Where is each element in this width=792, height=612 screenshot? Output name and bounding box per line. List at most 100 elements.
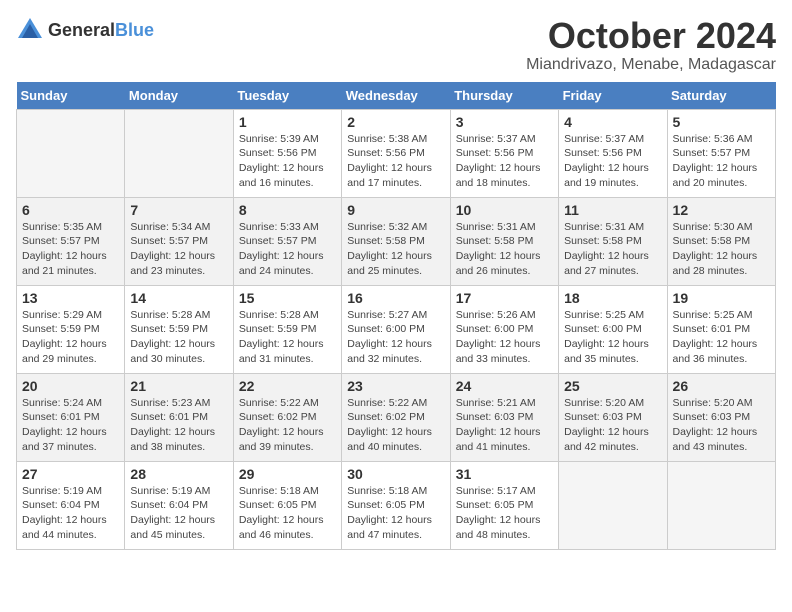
day-info: Sunrise: 5:37 AMSunset: 5:56 PMDaylight:… [456, 132, 553, 191]
day-number: 26 [673, 378, 770, 394]
weekday-header: Wednesday [342, 82, 450, 110]
day-number: 12 [673, 202, 770, 218]
day-number: 23 [347, 378, 444, 394]
day-info: Sunrise: 5:24 AMSunset: 6:01 PMDaylight:… [22, 396, 119, 455]
day-info: Sunrise: 5:25 AMSunset: 6:01 PMDaylight:… [673, 308, 770, 367]
calendar-cell: 31 Sunrise: 5:17 AMSunset: 6:05 PMDayligh… [450, 461, 558, 549]
day-number: 31 [456, 466, 553, 482]
day-number: 11 [564, 202, 661, 218]
calendar-cell: 6 Sunrise: 5:35 AMSunset: 5:57 PMDaylight… [17, 197, 125, 285]
day-info: Sunrise: 5:31 AMSunset: 5:58 PMDaylight:… [564, 220, 661, 279]
day-number: 16 [347, 290, 444, 306]
day-info: Sunrise: 5:21 AMSunset: 6:03 PMDaylight:… [456, 396, 553, 455]
calendar-cell: 22 Sunrise: 5:22 AMSunset: 6:02 PMDayligh… [233, 373, 341, 461]
calendar-cell: 28Sunrise: 5:19 AMSunset: 6:04 PMDayligh… [125, 461, 233, 549]
calendar-cell [125, 109, 233, 197]
calendar-table: SundayMondayTuesdayWednesdayThursdayFrid… [16, 82, 776, 550]
weekday-header: Saturday [667, 82, 775, 110]
calendar-cell: 12 Sunrise: 5:30 AMSunset: 5:58 PMDayligh… [667, 197, 775, 285]
calendar-cell: 17Sunrise: 5:26 AMSunset: 6:00 PMDayligh… [450, 285, 558, 373]
logo-general: General [48, 20, 115, 40]
calendar-cell: 10Sunrise: 5:31 AMSunset: 5:58 PMDayligh… [450, 197, 558, 285]
day-info: Sunrise: 5:36 AMSunset: 5:57 PMDaylight:… [673, 132, 770, 191]
day-info: Sunrise: 5:29 AMSunset: 5:59 PMDaylight:… [22, 308, 119, 367]
day-number: 3 [456, 114, 553, 130]
calendar-cell [559, 461, 667, 549]
day-info: Sunrise: 5:33 AMSunset: 5:57 PMDaylight:… [239, 220, 336, 279]
calendar-cell: 11 Sunrise: 5:31 AMSunset: 5:58 PMDayligh… [559, 197, 667, 285]
day-info: Sunrise: 5:30 AMSunset: 5:58 PMDaylight:… [673, 220, 770, 279]
day-info: Sunrise: 5:31 AMSunset: 5:58 PMDaylight:… [456, 220, 553, 279]
calendar-cell: 13 Sunrise: 5:29 AMSunset: 5:59 PMDayligh… [17, 285, 125, 373]
day-number: 2 [347, 114, 444, 130]
day-number: 18 [564, 290, 661, 306]
day-info: Sunrise: 5:17 AMSunset: 6:05 PMDaylight:… [456, 484, 553, 543]
calendar-cell: 4 Sunrise: 5:37 AMSunset: 5:56 PMDaylight… [559, 109, 667, 197]
calendar-cell: 25Sunrise: 5:20 AMSunset: 6:03 PMDayligh… [559, 373, 667, 461]
calendar-cell: 7Sunrise: 5:34 AMSunset: 5:57 PMDaylight… [125, 197, 233, 285]
calendar-week-row: 27Sunrise: 5:19 AMSunset: 6:04 PMDayligh… [17, 461, 776, 549]
weekday-header: Monday [125, 82, 233, 110]
day-number: 19 [673, 290, 770, 306]
weekday-header: Friday [559, 82, 667, 110]
calendar-cell: 2 Sunrise: 5:38 AMSunset: 5:56 PMDaylight… [342, 109, 450, 197]
day-info: Sunrise: 5:23 AMSunset: 6:01 PMDaylight:… [130, 396, 227, 455]
calendar-cell: 3 Sunrise: 5:37 AMSunset: 5:56 PMDaylight… [450, 109, 558, 197]
day-info: Sunrise: 5:18 AMSunset: 6:05 PMDaylight:… [347, 484, 444, 543]
day-info: Sunrise: 5:38 AMSunset: 5:56 PMDaylight:… [347, 132, 444, 191]
day-number: 24 [456, 378, 553, 394]
calendar-cell: 21 Sunrise: 5:23 AMSunset: 6:01 PMDayligh… [125, 373, 233, 461]
calendar-cell: 14 Sunrise: 5:28 AMSunset: 5:59 PMDayligh… [125, 285, 233, 373]
calendar-cell: 29 Sunrise: 5:18 AMSunset: 6:05 PMDayligh… [233, 461, 341, 549]
day-info: Sunrise: 5:27 AMSunset: 6:00 PMDaylight:… [347, 308, 444, 367]
calendar-cell [17, 109, 125, 197]
weekday-header: Thursday [450, 82, 558, 110]
day-number: 29 [239, 466, 336, 482]
logo-blue: Blue [115, 20, 154, 40]
day-number: 13 [22, 290, 119, 306]
calendar-cell: 27Sunrise: 5:19 AMSunset: 6:04 PMDayligh… [17, 461, 125, 549]
calendar-cell: 19 Sunrise: 5:25 AMSunset: 6:01 PMDayligh… [667, 285, 775, 373]
day-number: 14 [130, 290, 227, 306]
day-info: Sunrise: 5:19 AMSunset: 6:04 PMDaylight:… [22, 484, 119, 543]
calendar-cell: 8 Sunrise: 5:33 AMSunset: 5:57 PMDaylight… [233, 197, 341, 285]
day-info: Sunrise: 5:22 AMSunset: 6:02 PMDaylight:… [239, 396, 336, 455]
day-info: Sunrise: 5:34 AMSunset: 5:57 PMDaylight:… [130, 220, 227, 279]
day-info: Sunrise: 5:32 AMSunset: 5:58 PMDaylight:… [347, 220, 444, 279]
calendar-cell: 24 Sunrise: 5:21 AMSunset: 6:03 PMDayligh… [450, 373, 558, 461]
day-number: 4 [564, 114, 661, 130]
calendar-week-row: 1Sunrise: 5:39 AMSunset: 5:56 PMDaylight… [17, 109, 776, 197]
day-number: 30 [347, 466, 444, 482]
day-number: 21 [130, 378, 227, 394]
title-block: October 2024 Miandrivazo, Menabe, Madaga… [526, 16, 776, 74]
day-number: 6 [22, 202, 119, 218]
weekday-header: Tuesday [233, 82, 341, 110]
day-info: Sunrise: 5:22 AMSunset: 6:02 PMDaylight:… [347, 396, 444, 455]
calendar-week-row: 6 Sunrise: 5:35 AMSunset: 5:57 PMDaylight… [17, 197, 776, 285]
logo: GeneralBlue [16, 16, 154, 44]
location-title: Miandrivazo, Menabe, Madagascar [526, 56, 776, 74]
day-info: Sunrise: 5:28 AMSunset: 5:59 PMDaylight:… [239, 308, 336, 367]
day-number: 8 [239, 202, 336, 218]
weekday-header: Sunday [17, 82, 125, 110]
day-info: Sunrise: 5:18 AMSunset: 6:05 PMDaylight:… [239, 484, 336, 543]
day-info: Sunrise: 5:25 AMSunset: 6:00 PMDaylight:… [564, 308, 661, 367]
calendar-cell: 15Sunrise: 5:28 AMSunset: 5:59 PMDayligh… [233, 285, 341, 373]
day-number: 22 [239, 378, 336, 394]
calendar-cell: 9 Sunrise: 5:32 AMSunset: 5:58 PMDaylight… [342, 197, 450, 285]
calendar-week-row: 20 Sunrise: 5:24 AMSunset: 6:01 PMDayligh… [17, 373, 776, 461]
day-info: Sunrise: 5:37 AMSunset: 5:56 PMDaylight:… [564, 132, 661, 191]
calendar-cell: 18 Sunrise: 5:25 AMSunset: 6:00 PMDayligh… [559, 285, 667, 373]
day-info: Sunrise: 5:26 AMSunset: 6:00 PMDaylight:… [456, 308, 553, 367]
calendar-header-row: SundayMondayTuesdayWednesdayThursdayFrid… [17, 82, 776, 110]
calendar-cell: 1Sunrise: 5:39 AMSunset: 5:56 PMDaylight… [233, 109, 341, 197]
calendar-cell: 16 Sunrise: 5:27 AMSunset: 6:00 PMDayligh… [342, 285, 450, 373]
day-info: Sunrise: 5:35 AMSunset: 5:57 PMDaylight:… [22, 220, 119, 279]
calendar-cell: 20 Sunrise: 5:24 AMSunset: 6:01 PMDayligh… [17, 373, 125, 461]
calendar-cell: 26 Sunrise: 5:20 AMSunset: 6:03 PMDayligh… [667, 373, 775, 461]
day-number: 25 [564, 378, 661, 394]
day-number: 20 [22, 378, 119, 394]
day-number: 9 [347, 202, 444, 218]
day-info: Sunrise: 5:28 AMSunset: 5:59 PMDaylight:… [130, 308, 227, 367]
day-info: Sunrise: 5:20 AMSunset: 6:03 PMDaylight:… [673, 396, 770, 455]
